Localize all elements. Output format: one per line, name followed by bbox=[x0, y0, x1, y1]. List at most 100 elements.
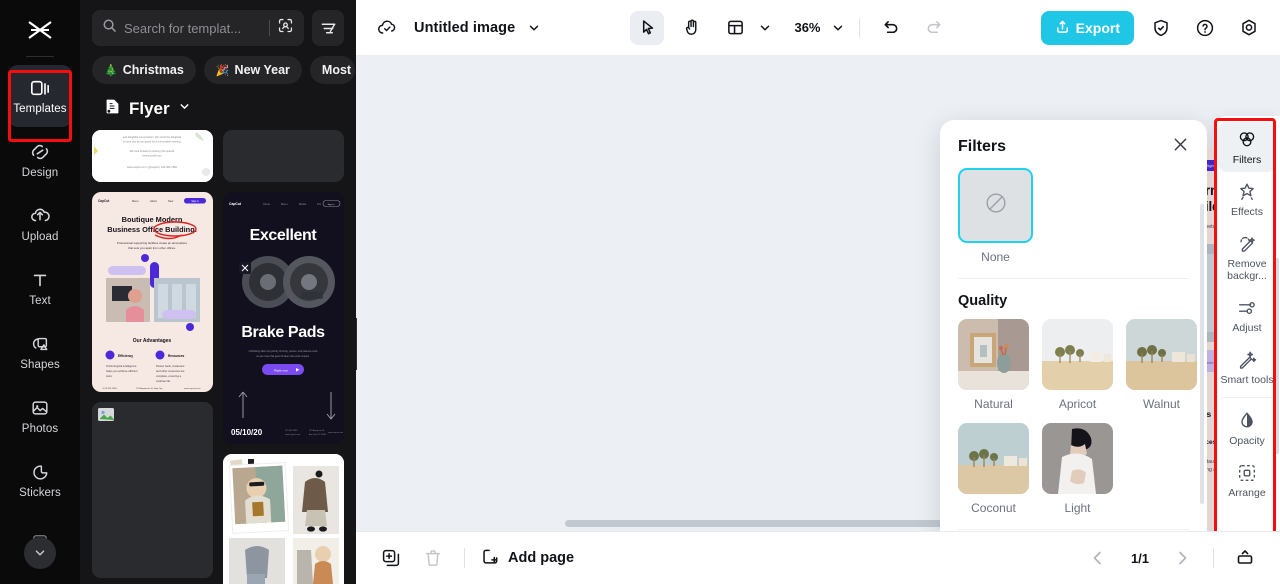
next-page-button[interactable] bbox=[1167, 543, 1197, 573]
filter-row: Coconut Light bbox=[958, 423, 1189, 515]
sidebar-item-label: Upload bbox=[21, 230, 59, 243]
filter-row: Natural Apricot Walnut bbox=[958, 319, 1197, 411]
filter-none[interactable]: None bbox=[958, 168, 1033, 264]
add-page-button[interactable]: Add page bbox=[481, 547, 574, 570]
christmas-tree-icon: 🎄 bbox=[104, 64, 118, 77]
main-area: Untitled image 36% Export Sign in sets C… bbox=[356, 0, 1280, 584]
svg-text:New: New bbox=[168, 199, 173, 203]
duplicate-page-button[interactable] bbox=[376, 543, 406, 573]
prev-page-button[interactable] bbox=[1083, 543, 1113, 573]
tool-label: Effects bbox=[1231, 206, 1263, 219]
filter-label: None bbox=[981, 250, 1010, 264]
bottom-divider bbox=[464, 548, 465, 568]
sidebar-item-templates[interactable]: Templates bbox=[8, 65, 72, 127]
right-rail-scrollbar[interactable] bbox=[1275, 258, 1279, 454]
svg-text:complete, ensuring a: complete, ensuring a bbox=[156, 374, 181, 378]
svg-text:Brake Pads: Brake Pads bbox=[241, 324, 325, 341]
question-circle-icon[interactable] bbox=[1188, 11, 1222, 45]
delete-page-button[interactable] bbox=[418, 543, 448, 573]
svg-text:05/10/20: 05/10/20 bbox=[231, 428, 263, 437]
sidebar-item-upload[interactable]: Upload bbox=[8, 193, 72, 255]
none-thumbnail[interactable] bbox=[958, 168, 1033, 243]
tool-adjust[interactable]: Adjust bbox=[1218, 290, 1276, 340]
svg-text:Unthinking offers top priority: Unthinking offers top priority of timely… bbox=[249, 350, 319, 353]
layout-tool-button[interactable] bbox=[718, 11, 752, 45]
gear-icon[interactable] bbox=[1232, 11, 1266, 45]
filters-panel[interactable]: Filters None Quality Natural Apricot Wal… bbox=[940, 120, 1207, 531]
template-thumbnail-dark[interactable] bbox=[223, 130, 344, 182]
template-thumbnail-invitation[interactable]: and delightful conversation. We would be… bbox=[92, 130, 213, 182]
svg-text:CapCut: CapCut bbox=[229, 202, 242, 206]
tool-arrange[interactable]: Arrange bbox=[1218, 455, 1276, 505]
redo-button[interactable] bbox=[918, 11, 952, 45]
template-thumbnail-collocation[interactable]: COLLOCATION bbox=[223, 454, 344, 584]
chevron-down-icon[interactable] bbox=[178, 100, 191, 118]
capcut-logo-icon[interactable] bbox=[20, 10, 60, 50]
walnut-thumbnail[interactable] bbox=[1126, 319, 1197, 390]
chip-christmas[interactable]: 🎄 Christmas bbox=[92, 56, 196, 84]
tool-label: Arrange bbox=[1228, 487, 1266, 500]
canvas-area[interactable]: Page 1 Menu About New Sign in Boutique M… bbox=[356, 56, 1280, 531]
tool-smart-tools[interactable]: Smart tools bbox=[1218, 342, 1276, 392]
template-thumbnail-brake-pads[interactable]: CapCut Home Menu Media Pro Sign in Excellen… bbox=[223, 192, 344, 444]
filter-item-natural[interactable]: Natural bbox=[958, 319, 1029, 411]
cloud-saved-icon[interactable] bbox=[370, 11, 404, 45]
svg-text:we are more that good of taken: we are more that good of taken into extr… bbox=[256, 355, 309, 358]
panel-collapse-handle[interactable] bbox=[356, 318, 357, 370]
templates-panel: Search for templat... 🎄 Christmas 🎉 New … bbox=[80, 0, 356, 584]
sidebar-item-stickers[interactable]: Stickers bbox=[8, 449, 72, 511]
shield-check-icon[interactable] bbox=[1144, 11, 1178, 45]
search-input[interactable]: Search for templat... bbox=[92, 10, 304, 46]
tool-opacity[interactable]: Opacity bbox=[1218, 403, 1276, 453]
filter-item-light[interactable]: Light bbox=[1042, 423, 1113, 515]
sidebar-item-shapes[interactable]: Shapes bbox=[8, 321, 72, 383]
chevron-down-icon[interactable] bbox=[527, 21, 541, 35]
layout-chevron-down-icon[interactable] bbox=[758, 21, 772, 35]
filter-item-apricot[interactable]: Apricot bbox=[1042, 319, 1113, 411]
sidebar-expand-button[interactable] bbox=[24, 537, 56, 569]
sidebar-item-photos[interactable]: Photos bbox=[8, 385, 72, 447]
tool-effects[interactable]: Effects bbox=[1218, 174, 1276, 224]
svg-text:carefree life.: carefree life. bbox=[156, 379, 171, 383]
category-selector[interactable]: Flyer bbox=[92, 84, 344, 130]
zoom-level[interactable]: 36% bbox=[794, 20, 820, 35]
toolbar-divider bbox=[858, 17, 860, 38]
svg-text:Home: Home bbox=[263, 202, 270, 206]
select-tool-button[interactable] bbox=[630, 10, 665, 45]
hand-tool-button[interactable] bbox=[674, 11, 708, 45]
undo-button[interactable] bbox=[874, 11, 908, 45]
chip-label: Christmas bbox=[122, 63, 184, 77]
template-thumbnail-boutique[interactable]: CapCut Menu About New Sign in Boutique Mod… bbox=[92, 192, 213, 392]
chip-new-year[interactable]: 🎉 New Year bbox=[203, 56, 302, 84]
svg-text:123 456 7890: 123 456 7890 bbox=[285, 430, 298, 432]
chip-most[interactable]: Most bbox=[309, 56, 356, 84]
export-label: Export bbox=[1075, 19, 1120, 36]
close-icon[interactable] bbox=[1172, 136, 1189, 158]
svg-text:123 Anywhere St.: 123 Anywhere St. bbox=[309, 429, 325, 432]
svg-text:We look forward to sharing thi: We look forward to sharing this special bbox=[130, 149, 175, 153]
apricot-thumbnail[interactable] bbox=[1042, 319, 1113, 390]
document-title[interactable]: Untitled image bbox=[414, 20, 515, 36]
sidebar-item-text[interactable]: Text bbox=[8, 257, 72, 319]
present-button[interactable] bbox=[1230, 543, 1260, 573]
svg-text:and other resources are: and other resources are bbox=[156, 369, 185, 373]
tool-filters[interactable]: Filters bbox=[1218, 122, 1276, 173]
filter-item-walnut[interactable]: Walnut bbox=[1126, 319, 1197, 411]
scrollbar-thumb[interactable] bbox=[565, 520, 976, 527]
tool-remove-background[interactable]: Remove backgr... bbox=[1218, 226, 1276, 288]
filter-item-coconut[interactable]: Coconut bbox=[958, 423, 1029, 515]
template-thumbnail-loading[interactable] bbox=[92, 402, 213, 578]
template-grid: and delightful conversation. We would be… bbox=[80, 130, 356, 584]
coconut-thumbnail[interactable] bbox=[958, 423, 1029, 494]
sidebar-item-design[interactable]: Design bbox=[8, 129, 72, 191]
light-thumbnail[interactable] bbox=[1042, 423, 1113, 494]
filter-sort-icon[interactable] bbox=[312, 10, 344, 46]
export-button[interactable]: Export bbox=[1040, 10, 1134, 45]
add-page-label: Add page bbox=[508, 550, 575, 566]
zoom-chevron-down-icon[interactable] bbox=[831, 21, 845, 35]
visual-search-icon[interactable] bbox=[277, 17, 294, 39]
svg-text:that sets you apart from other: that sets you apart from other offices. bbox=[128, 246, 176, 250]
svg-text:Business Office Building.: Business Office Building. bbox=[107, 225, 197, 234]
natural-thumbnail[interactable] bbox=[958, 319, 1029, 390]
filters-panel-scrollbar[interactable] bbox=[1200, 204, 1204, 504]
